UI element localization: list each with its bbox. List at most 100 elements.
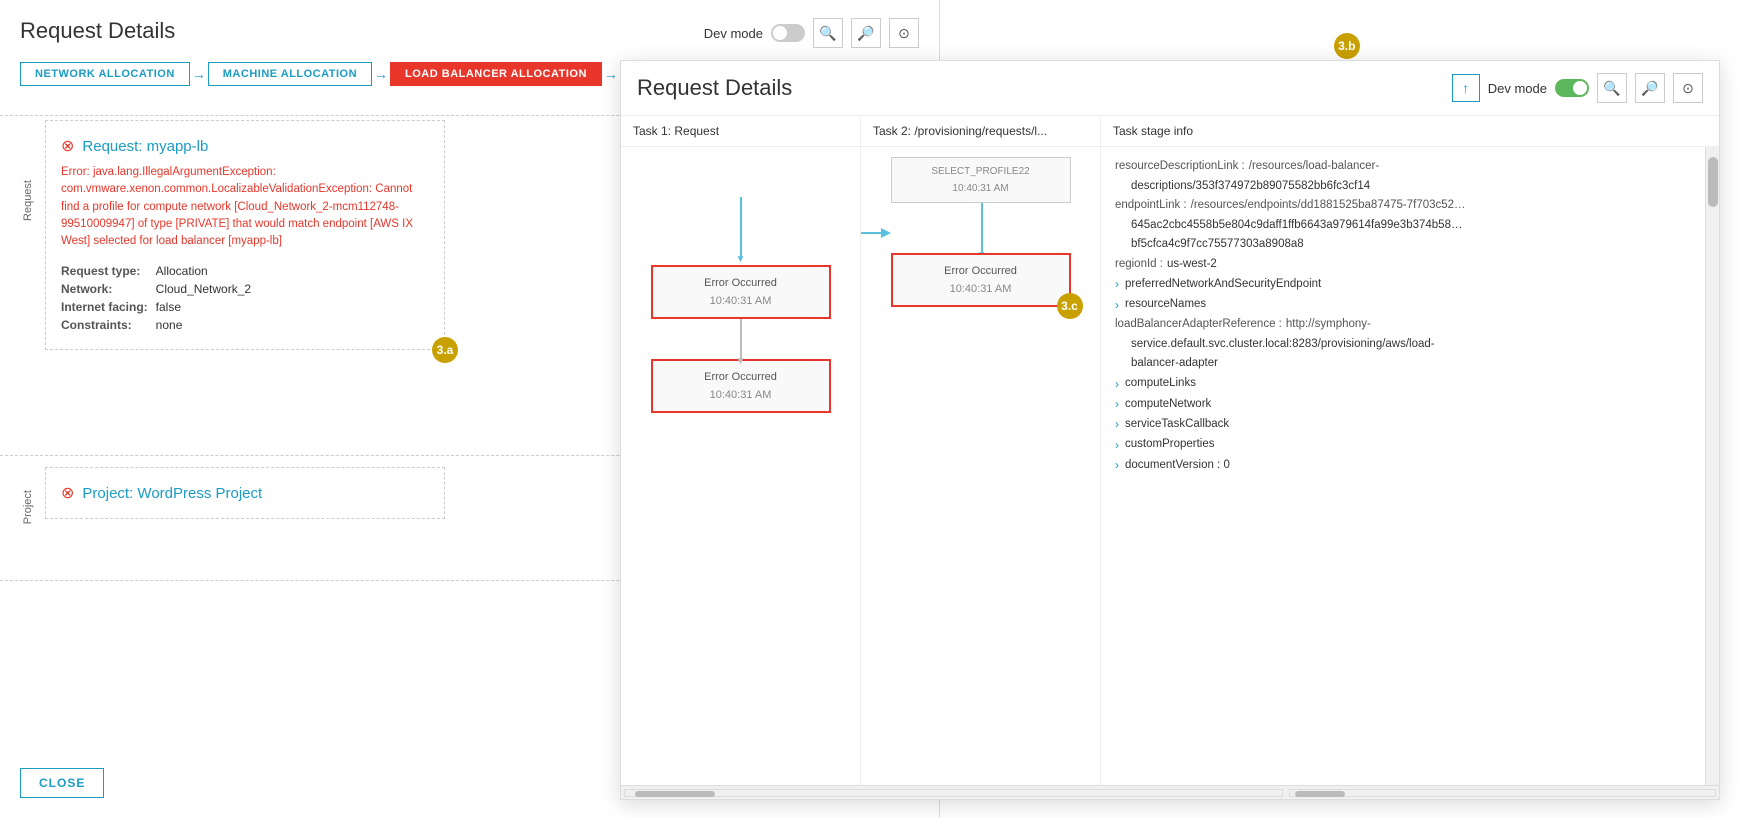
chevron-compute-links: › [1115, 374, 1119, 394]
chevron-custom-props: › [1115, 435, 1119, 455]
modal-zoom-out-button[interactable]: 🔎 [1635, 73, 1665, 103]
upload-button[interactable]: ↑ [1452, 74, 1480, 102]
stage-lb-button[interactable]: LOAD BALANCER ALLOCATION [390, 62, 602, 86]
stage-info-scrollbar[interactable] [1705, 147, 1719, 785]
stage-machine[interactable]: MACHINE ALLOCATION [208, 62, 372, 86]
expand-preferred-network[interactable]: › preferredNetworkAndSecurityEndpoint [1115, 274, 1691, 294]
arrow-2: → [374, 66, 388, 82]
internet-facing-val: false [156, 298, 259, 316]
prop-endpoint: endpointLink : /resources/endpoints/dd18… [1115, 196, 1691, 216]
prop-lb-adapter-val3: balancer-adapter [1115, 354, 1691, 374]
expand-compute-network[interactable]: › computeNetwork [1115, 394, 1691, 414]
request-type-key: Request type: [61, 262, 156, 280]
task-col-2-header: Task 2: /provisioning/requests/l... [861, 116, 1100, 147]
prop-region: regionId : us-west-2 [1115, 255, 1691, 275]
modal-dev-controls: ↑ Dev mode 🔍 🔎 ⊙ [1452, 73, 1703, 103]
expand-doc-version[interactable]: › documentVersion : 0 [1115, 455, 1691, 475]
prop-lb-adapter: loadBalancerAdapterReference : http://sy… [1115, 315, 1691, 335]
task-col-1-header: Task 1: Request [621, 116, 860, 147]
stage-info-col: Task stage info resourceDescriptionLink … [1101, 116, 1719, 785]
task-node-1-time: 10:40:31 AM [663, 295, 819, 307]
arrow-down-1 [740, 197, 742, 257]
badge-3b: 3.b [1334, 33, 1360, 59]
bg-dev-controls: 3.b Dev mode 🔍 🔎 ⊙ [704, 18, 919, 48]
chevron-doc-version: › [1115, 455, 1119, 475]
expand-custom-props[interactable]: › customProperties [1115, 435, 1691, 455]
chevron-service-task: › [1115, 414, 1119, 434]
connector-svg [861, 213, 891, 253]
expand-service-task[interactable]: › serviceTaskCallback [1115, 414, 1691, 434]
modal-overlay: Request Details ↑ Dev mode 🔍 🔎 ⊙ Task 1:… [620, 60, 1720, 800]
bg-zoom-reset-button[interactable]: ⊙ [889, 18, 919, 48]
chevron-resource-names: › [1115, 295, 1119, 315]
task-col-2: Task 2: /provisioning/requests/l... SELE… [861, 116, 1101, 785]
close-button[interactable]: CLOSE [20, 768, 104, 798]
stage-machine-button[interactable]: MACHINE ALLOCATION [208, 62, 372, 86]
task-node-error-1[interactable]: Error Occurred 10:40:31 AM [651, 265, 831, 319]
project-error-icon: ⊗ [61, 483, 74, 503]
project-card: ⊗ Project: WordPress Project [45, 467, 445, 519]
request-type-row: Request type: Allocation [61, 262, 259, 280]
truncated-time: 10:40:31 AM [900, 183, 1062, 194]
network-row: Network: Cloud_Network_2 [61, 280, 259, 298]
request-type-val: Allocation [156, 262, 259, 280]
request-card-title: ⊗ Request: myapp-lb [61, 136, 429, 156]
project-card-title-text: Project: WordPress Project [82, 485, 262, 502]
modal-zoom-in-button[interactable]: 🔍 [1597, 73, 1627, 103]
prop-resource-desc: resourceDescriptionLink : /resources/loa… [1115, 157, 1691, 177]
network-val: Cloud_Network_2 [156, 280, 259, 298]
arrow-3: → [604, 66, 618, 82]
request-section-label: Request [22, 180, 34, 221]
constraints-val: none [156, 316, 259, 334]
expand-resource-names[interactable]: › resourceNames [1115, 295, 1691, 315]
stage-network[interactable]: NETWORK ALLOCATION [20, 62, 190, 86]
task-col-2-content: SELECT_PROFILE22 10:40:31 AM [861, 147, 1100, 785]
arrow-down-2 [740, 319, 742, 359]
chevron-compute-network: › [1115, 394, 1119, 414]
arrow-1: → [192, 66, 206, 82]
expand-compute-links[interactable]: › computeLinks [1115, 374, 1691, 394]
modal-horiz-scrollbar[interactable] [621, 785, 1719, 799]
prop-endpoint-val2: 645ac2cbc4558b5e804c9daff1ffb6643a979614… [1115, 216, 1691, 236]
task-node-col2-time: 10:40:31 AM [903, 283, 1059, 295]
bg-zoom-out-button[interactable]: 🔎 [851, 18, 881, 48]
modal-dev-mode-label: Dev mode [1488, 81, 1547, 96]
network-key: Network: [61, 280, 156, 298]
task-node-2-time: 10:40:31 AM [663, 389, 819, 401]
task-node-col2-title: Error Occurred [903, 265, 1059, 277]
project-section-label: Project [22, 490, 34, 524]
request-card: ⊗ Request: myapp-lb Error: java.lang.Ill… [45, 120, 445, 350]
constraints-key: Constraints: [61, 316, 156, 334]
badge-3a: 3.a [432, 337, 458, 363]
prop-endpoint-val3: bf5cfca4c9f7cc75577303a8908a8 [1115, 235, 1691, 255]
request-card-title-text: Request: myapp-lb [82, 138, 208, 155]
bg-zoom-in-button[interactable]: 🔍 [813, 18, 843, 48]
request-error-text: Error: java.lang.IllegalArgumentExceptio… [61, 164, 429, 250]
modal-header: Request Details ↑ Dev mode 🔍 🔎 ⊙ [621, 61, 1719, 116]
stage-network-button[interactable]: NETWORK ALLOCATION [20, 62, 190, 86]
task-node-2-title: Error Occurred [663, 371, 819, 383]
internet-facing-key: Internet facing: [61, 298, 156, 316]
bg-dev-mode-label: Dev mode [704, 26, 763, 41]
task-node-col2-error[interactable]: Error Occurred 10:40:31 AM 3.c [891, 253, 1071, 307]
bg-dev-mode-toggle[interactable] [771, 24, 805, 42]
chevron-preferred-network: › [1115, 274, 1119, 294]
task-col-1-content: Error Occurred 10:40:31 AM Error Occurre… [621, 147, 860, 785]
request-meta: Request type: Allocation Network: Cloud_… [61, 262, 429, 334]
task-node-error-2[interactable]: Error Occurred 10:40:31 AM [651, 359, 831, 413]
task-col-1: Task 1: Request Error Occurred 10:40:31 … [621, 116, 861, 785]
stage-lb[interactable]: LOAD BALANCER ALLOCATION [390, 62, 602, 86]
modal-zoom-reset-button[interactable]: ⊙ [1673, 73, 1703, 103]
badge-3c: 3.c [1057, 293, 1083, 319]
truncated-label: SELECT_PROFILE22 [900, 166, 1062, 177]
project-card-title: ⊗ Project: WordPress Project [61, 483, 429, 503]
constraints-row: Constraints: none [61, 316, 259, 334]
task-node-1-title: Error Occurred [663, 277, 819, 289]
internet-facing-row: Internet facing: false [61, 298, 259, 316]
modal-dev-mode-toggle[interactable] [1555, 79, 1589, 97]
prop-resource-desc-val: descriptions/353f374972b89075582bb6fc3cf… [1115, 177, 1691, 197]
prop-lb-adapter-val2: service.default.svc.cluster.local:8283/p… [1115, 335, 1691, 355]
task-node-truncated[interactable]: SELECT_PROFILE22 10:40:31 AM [891, 157, 1071, 203]
stage-info-header: Task stage info [1101, 116, 1719, 147]
stage-info-content: resourceDescriptionLink : /resources/loa… [1101, 147, 1705, 785]
